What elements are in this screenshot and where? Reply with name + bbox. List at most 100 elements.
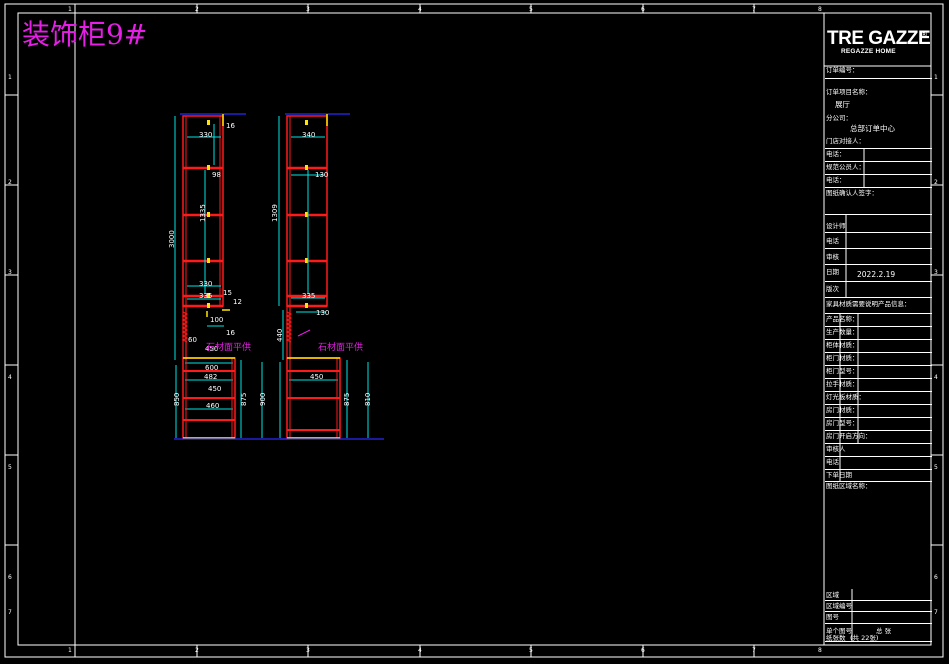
title-block-value: 2022.2.19 bbox=[857, 270, 896, 279]
title-block-label: 区域编号 bbox=[826, 602, 852, 610]
title-block-label: 灯光板材质： bbox=[826, 393, 865, 401]
dimension-label: 850 bbox=[173, 392, 181, 406]
title-block-row-divider bbox=[825, 443, 932, 444]
title-block-label: 柜体材质： bbox=[826, 341, 859, 349]
border-tick-number: 6 bbox=[641, 6, 645, 13]
title-block-label: 审核人 bbox=[826, 445, 846, 453]
dimension-label: 16 bbox=[226, 329, 235, 337]
dimension-label: 875 bbox=[240, 392, 248, 406]
dimension-label: 330 bbox=[199, 280, 213, 288]
title-block-row-divider bbox=[825, 641, 932, 642]
border-tick-number: 3 bbox=[306, 6, 310, 13]
border-tick-number: 6 bbox=[934, 574, 938, 581]
drawing-sheet: 16 330 98 1335 3000 330 15 335 12 100 16 60 450 600 48… bbox=[0, 0, 949, 664]
logo-registered-mark: ® bbox=[920, 30, 928, 39]
border-tick-number: 3 bbox=[934, 269, 938, 276]
dimension-label: 12 bbox=[233, 298, 242, 306]
title-block-label: 规范公员人： bbox=[826, 163, 865, 171]
title-block-label: 电话： bbox=[826, 150, 846, 158]
right-stone-note: 石材面平供 bbox=[318, 343, 364, 353]
border-tick-number: 3 bbox=[8, 269, 12, 276]
title-block-row-divider bbox=[825, 352, 932, 353]
title-block-row-divider bbox=[825, 611, 932, 612]
title-block-row-divider bbox=[825, 78, 932, 79]
title-block-row-divider bbox=[825, 326, 932, 327]
border-tick-number: 4 bbox=[418, 6, 422, 13]
title-block-label: 拉手材质： bbox=[826, 380, 859, 388]
dimension-label: 1335 bbox=[199, 204, 207, 222]
title-block-label: 柜门材质： bbox=[826, 354, 859, 362]
title-block-row-divider bbox=[825, 248, 932, 249]
title-block-label: 产品名称： bbox=[826, 315, 859, 323]
border-tick-number: 5 bbox=[934, 464, 938, 471]
title-block-label: 版次 bbox=[826, 285, 839, 293]
dimension-label: 335 bbox=[199, 292, 213, 300]
border-tick-number: 1 bbox=[68, 647, 72, 654]
title-block-label: 区域 bbox=[826, 591, 839, 599]
border-tick-number: 5 bbox=[529, 6, 533, 13]
title-block-label: 电话 bbox=[826, 237, 839, 245]
title-block-row-divider bbox=[825, 378, 932, 379]
dimension-label: 15 bbox=[223, 289, 232, 297]
title-block-row-divider bbox=[825, 161, 932, 162]
title-block-row-divider bbox=[825, 232, 932, 233]
title-block-label: 设计师 bbox=[826, 222, 846, 230]
title-block-value: 总部订单中心 bbox=[850, 124, 895, 133]
border-tick-number: 6 bbox=[641, 647, 645, 654]
title-block-row-divider bbox=[825, 313, 932, 314]
border-tick-number: 8 bbox=[818, 647, 822, 654]
title-block-label: 图号 bbox=[826, 613, 839, 621]
title-block-row-divider bbox=[825, 417, 932, 418]
dimension-label: 3000 bbox=[168, 230, 176, 248]
title-block-label: 图纸确认人签字： bbox=[826, 189, 878, 197]
dimension-label: 60 bbox=[188, 336, 197, 344]
border-tick-number: 5 bbox=[8, 464, 12, 471]
border-tick-number: 8 bbox=[818, 6, 822, 13]
border-tick-number: 3 bbox=[306, 647, 310, 654]
border-tick-number: 7 bbox=[752, 647, 756, 654]
title-block-label: 房门开启方向： bbox=[826, 432, 872, 440]
dimension-label: 450 bbox=[310, 373, 324, 381]
title-block-row-divider bbox=[825, 339, 932, 340]
dimension-label: 900 bbox=[259, 392, 267, 406]
dimension-label: 330 bbox=[199, 131, 213, 139]
title-block-value: 展厅 bbox=[835, 100, 850, 109]
dimension-label: 98 bbox=[212, 171, 221, 179]
title-block-row-divider bbox=[825, 281, 932, 282]
border-tick-number: 4 bbox=[934, 374, 938, 381]
title-block-label: 电话 bbox=[826, 458, 839, 466]
title-block-label: 订单项目名称： bbox=[826, 88, 872, 96]
border-tick-number: 6 bbox=[8, 574, 12, 581]
title-block-row-divider bbox=[825, 214, 932, 215]
title-block-row-divider bbox=[825, 623, 932, 624]
title-block-value: (共 22张) bbox=[850, 634, 879, 642]
title-block-row-divider bbox=[825, 430, 932, 431]
title-block-row-divider bbox=[825, 469, 932, 470]
dimension-label: 450 bbox=[208, 385, 222, 393]
dimension-label: 1309 bbox=[271, 204, 279, 222]
title-block-row-divider bbox=[825, 600, 932, 601]
border-tick-number: 2 bbox=[8, 179, 12, 186]
title-block-row-divider bbox=[825, 187, 932, 188]
dimension-label: 482 bbox=[204, 373, 218, 381]
title-block-row-divider bbox=[825, 174, 932, 175]
border-tick-number: 2 bbox=[934, 179, 938, 186]
dimension-label: 875 bbox=[343, 392, 351, 406]
border-tick-number: 7 bbox=[752, 6, 756, 13]
brand-logo: TRE GAZZE REGAZZE HOME ® bbox=[827, 28, 931, 60]
left-stone-note: 石材面平供 bbox=[206, 343, 252, 353]
title-block-row-divider bbox=[825, 297, 932, 298]
title-block-label: 订单编号： bbox=[826, 66, 859, 74]
dimension-label: 100 bbox=[210, 316, 224, 324]
title-block-row-divider bbox=[825, 404, 932, 405]
right-cabinet-elevation bbox=[278, 113, 384, 440]
dimension-label: 340 bbox=[302, 131, 316, 139]
sheet-frame bbox=[4, 3, 944, 658]
border-tick-number: 4 bbox=[418, 647, 422, 654]
title-block-label: 房门材质： bbox=[826, 406, 859, 414]
border-tick-number: 2 bbox=[195, 647, 199, 654]
drawing-title: 装饰柜9# bbox=[22, 18, 148, 51]
title-block-label: 下单日期 bbox=[826, 471, 852, 479]
border-tick-number: 5 bbox=[529, 647, 533, 654]
title-block-label: 生产数量： bbox=[826, 328, 859, 336]
